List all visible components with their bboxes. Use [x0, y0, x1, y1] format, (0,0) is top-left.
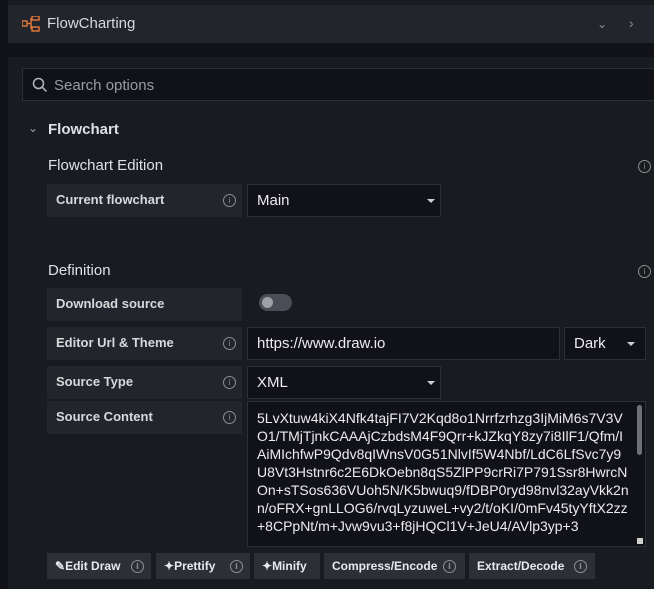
info-icon[interactable]: i: [223, 376, 236, 389]
search-input[interactable]: Search options: [22, 68, 654, 101]
editor-theme-select[interactable]: Dark: [564, 327, 646, 360]
toggle-knob: [262, 297, 273, 308]
current-flowchart-label: Current flowchart i: [47, 184, 242, 217]
editor-url-input[interactable]: https://www.draw.io: [247, 327, 560, 360]
source-type-select[interactable]: XML: [247, 366, 441, 399]
flowchart-icon: [21, 15, 40, 32]
search-placeholder: Search options: [54, 77, 155, 94]
search-icon: [32, 77, 48, 96]
caret-down-icon: [427, 199, 435, 203]
info-icon[interactable]: i: [223, 194, 236, 207]
wand-icon: ✦: [164, 559, 175, 573]
caret-down-icon: [427, 381, 435, 385]
source-type-label: Source Type i: [47, 366, 242, 399]
minify-button[interactable]: ✦Minify: [254, 553, 320, 579]
extract-decode-button[interactable]: Extract/Decode i: [469, 553, 595, 579]
info-icon[interactable]: i: [223, 337, 236, 350]
source-content-textarea[interactable]: 5LvXtuw4kiX4Nfk4tajFI7V2Kqd8o1Nrrfzrhzg3…: [247, 401, 646, 547]
source-content-label: Source Content i: [47, 401, 242, 434]
chevron-down-icon[interactable]: ⌄: [597, 17, 607, 31]
info-icon[interactable]: i: [223, 411, 236, 424]
download-source-toggle[interactable]: [259, 294, 292, 311]
info-icon[interactable]: i: [230, 560, 243, 573]
edition-title: Flowchart Edition: [48, 157, 164, 174]
editor-url-theme-label: Editor Url & Theme i: [47, 327, 242, 360]
download-source-label: Download source: [47, 288, 242, 321]
info-icon[interactable]: i: [638, 265, 651, 278]
panel-title: FlowCharting: [47, 15, 136, 32]
info-icon[interactable]: i: [574, 560, 587, 573]
info-icon[interactable]: i: [131, 560, 144, 573]
chevron-down-icon: ⌄: [28, 121, 39, 135]
info-icon[interactable]: i: [638, 160, 651, 173]
source-content-text: 5LvXtuw4kiX4Nfk4tajFI7V2Kqd8o1Nrrfzrhzg3…: [257, 410, 629, 534]
resize-handle[interactable]: [637, 538, 643, 544]
panel-header[interactable]: FlowCharting ⌄ ›: [8, 5, 654, 43]
chevron-right-icon[interactable]: ›: [629, 15, 634, 31]
edit-draw-button[interactable]: ✎Edit Draw i: [47, 553, 151, 579]
definition-title: Definition: [48, 262, 111, 279]
edit-icon: ✎: [55, 559, 66, 573]
prettify-button[interactable]: ✦Prettify i: [156, 553, 250, 579]
wand-icon: ✦: [262, 559, 273, 573]
textarea-scrollbar[interactable]: [637, 405, 642, 455]
compress-encode-button[interactable]: Compress/Encode i: [324, 553, 465, 579]
section-title: Flowchart: [48, 121, 119, 138]
caret-down-icon: [627, 342, 635, 346]
current-flowchart-select[interactable]: Main: [247, 184, 441, 217]
info-icon[interactable]: i: [443, 560, 456, 573]
header-separator: [8, 43, 654, 57]
